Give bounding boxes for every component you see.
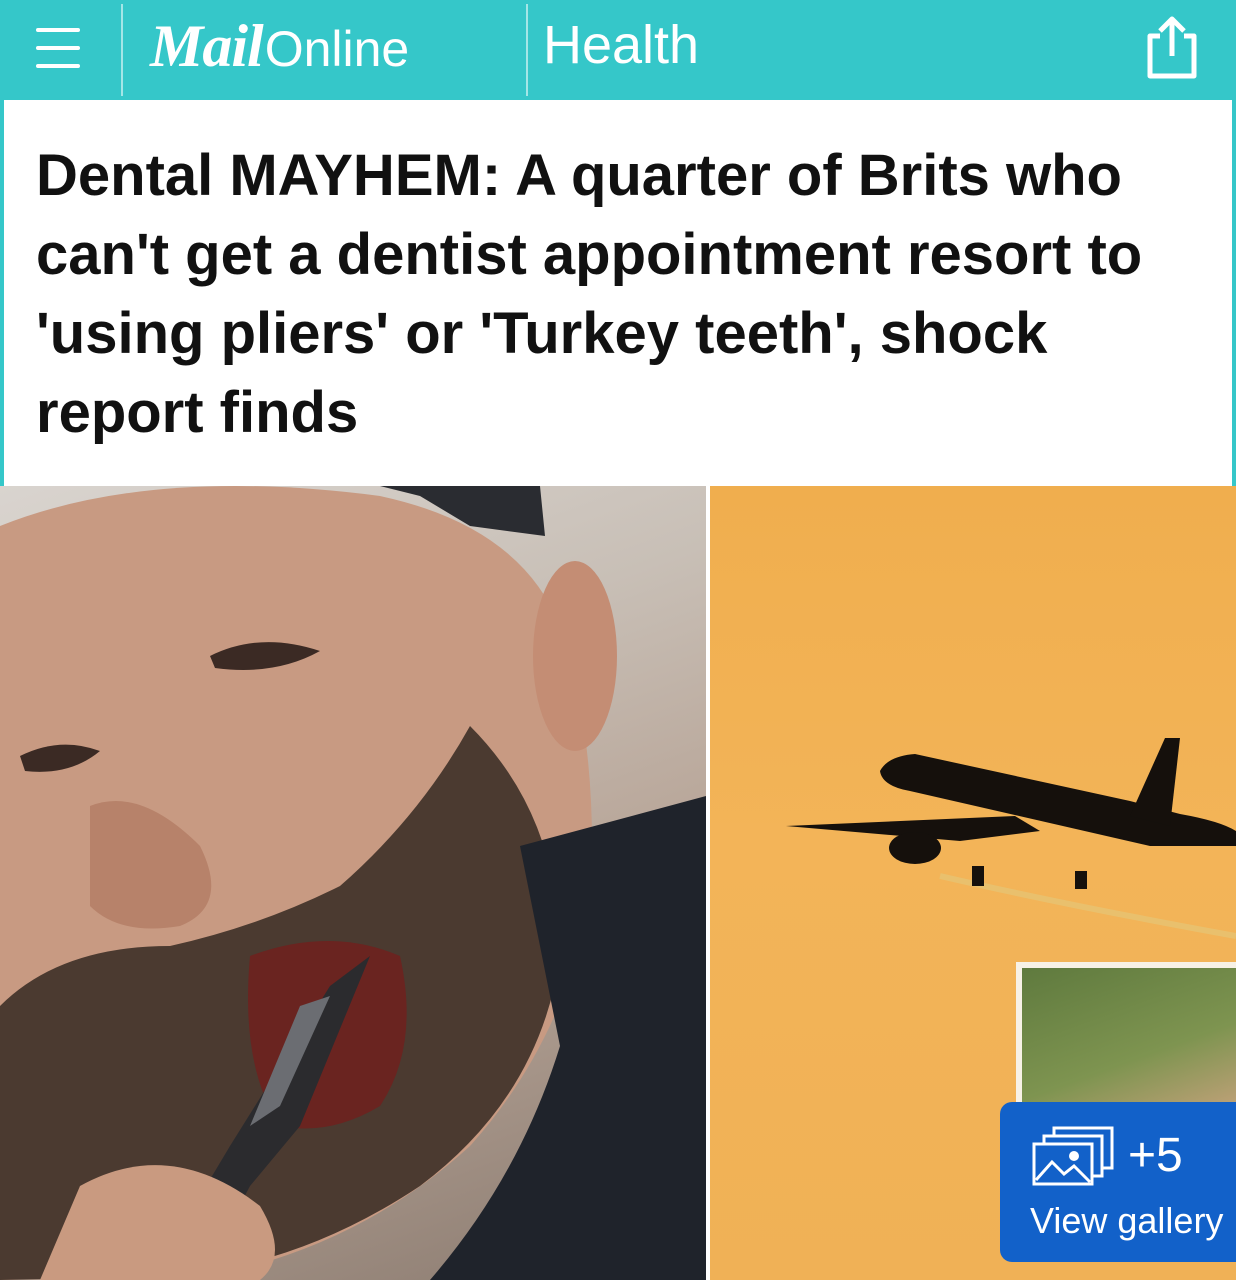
article-headline: Dental MAYHEM: A quarter of Brits who ca… bbox=[36, 143, 1143, 445]
share-icon[interactable] bbox=[1140, 14, 1204, 82]
gallery-count: +5 bbox=[1128, 1129, 1183, 1182]
menu-icon[interactable] bbox=[30, 22, 88, 80]
logo-online: Online bbox=[264, 21, 410, 77]
headline-container: Dental MAYHEM: A quarter of Brits who ca… bbox=[0, 100, 1236, 486]
logo-mail: Mail bbox=[150, 13, 264, 79]
site-logo[interactable]: MailOnline bbox=[150, 12, 409, 82]
divider bbox=[526, 4, 528, 96]
gallery-icon bbox=[1030, 1124, 1120, 1190]
section-label[interactable]: Health bbox=[543, 14, 699, 76]
gallery-label: View gallery bbox=[1030, 1200, 1224, 1241]
top-bar: MailOnline Health bbox=[0, 0, 1236, 100]
view-gallery-button[interactable]: +5 View gallery bbox=[1000, 1102, 1236, 1262]
divider bbox=[121, 4, 123, 96]
article-main-image[interactable] bbox=[0, 486, 706, 1280]
